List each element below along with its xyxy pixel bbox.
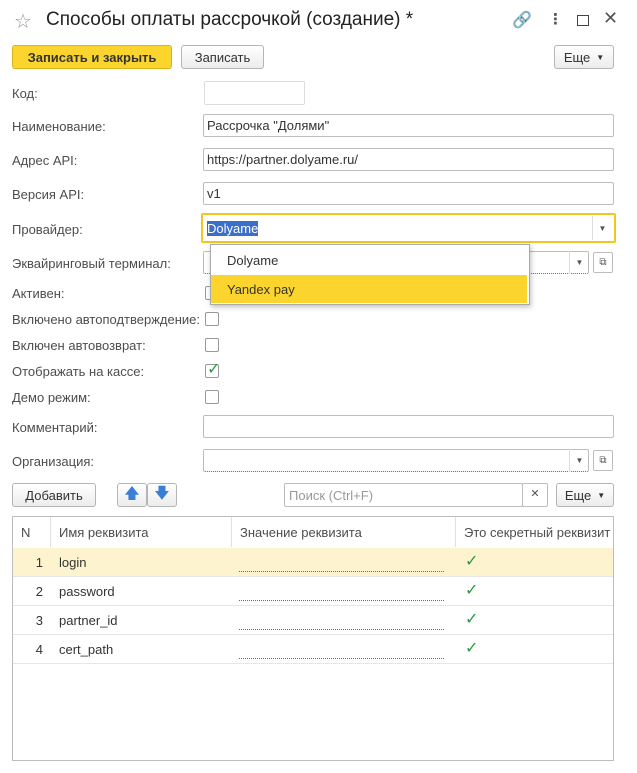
- column-header-n[interactable]: N: [13, 517, 51, 547]
- provider-dropdown-list: Dolyame Yandex pay: [210, 244, 530, 305]
- arrow-up-icon[interactable]: 🡅: [117, 483, 147, 507]
- row-number: 4: [35, 641, 43, 657]
- api-address-field[interactable]: https://partner.dolyame.ru/: [203, 148, 614, 171]
- save-button[interactable]: Записать: [181, 45, 264, 69]
- provider-label: Провайдер:: [12, 222, 83, 237]
- add-button[interactable]: Добавить: [12, 483, 96, 507]
- organization-label: Организация:: [12, 454, 95, 469]
- table-row[interactable]: 4 cert_path ✓: [13, 635, 613, 664]
- chevron-down-icon: ▼: [597, 490, 606, 500]
- chevron-down-icon: ▼: [596, 52, 605, 62]
- table-more-label: Еще: [564, 487, 592, 503]
- requisites-table: N Имя реквизита Значение реквизита Это с…: [12, 516, 614, 761]
- more-vert-icon[interactable]: ⋮: [548, 10, 563, 28]
- show-on-cashier-checkbox[interactable]: ✓: [205, 361, 220, 378]
- active-label: Активен:: [12, 286, 65, 301]
- code-label: Код:: [12, 86, 38, 101]
- requisite-name[interactable]: login: [59, 548, 86, 576]
- column-header-name[interactable]: Имя реквизита: [51, 517, 232, 547]
- more-label: Еще: [563, 49, 591, 65]
- autoconfirm-label: Включено автоподтверждение:: [12, 312, 201, 327]
- provider-select[interactable]: Dolyame: [201, 213, 616, 243]
- row-number: 1: [35, 554, 43, 570]
- secret-check-icon[interactable]: ✓: [465, 609, 478, 629]
- column-header-secret[interactable]: Это секретный реквизит: [456, 517, 613, 547]
- row-number: 3: [35, 612, 43, 628]
- organization-field[interactable]: [203, 449, 589, 472]
- code-field[interactable]: [204, 81, 305, 105]
- name-label: Наименование:: [12, 119, 106, 134]
- requisite-name[interactable]: password: [59, 577, 115, 605]
- save-and-close-button[interactable]: Записать и закрыть: [12, 45, 172, 69]
- check-icon: ✓: [207, 361, 221, 378]
- table-row[interactable]: 1 login ✓: [13, 548, 613, 577]
- chevron-down-icon[interactable]: ▼: [592, 216, 612, 240]
- demo-checkbox[interactable]: [205, 390, 219, 404]
- arrow-down-icon[interactable]: 🡇: [147, 483, 177, 507]
- terminal-label: Эквайринговый терминал:: [12, 256, 171, 271]
- table-row[interactable]: 2 password ✓: [13, 577, 613, 606]
- maximize-icon[interactable]: [577, 15, 589, 26]
- requisite-name[interactable]: cert_path: [59, 635, 113, 663]
- column-header-value[interactable]: Значение реквизита: [232, 517, 456, 547]
- autoreturn-label: Включен автовозврат:: [12, 338, 146, 353]
- comment-field[interactable]: [203, 415, 614, 438]
- show-on-cashier-label: Отображать на кассе:: [12, 364, 145, 379]
- window-title: Способы оплаты рассрочкой (создание) *: [46, 9, 414, 30]
- api-version-label: Версия API:: [12, 187, 85, 202]
- star-icon[interactable]: ☆: [14, 9, 32, 34]
- secret-check-icon[interactable]: ✓: [465, 580, 478, 600]
- secret-check-icon[interactable]: ✓: [465, 551, 478, 571]
- row-number: 2: [35, 583, 43, 599]
- api-version-field[interactable]: v1: [203, 182, 614, 205]
- clear-icon[interactable]: ✕: [522, 483, 548, 507]
- more-button[interactable]: Еще ▼: [554, 45, 614, 69]
- open-icon[interactable]: ⧉: [593, 450, 613, 471]
- table-more-button[interactable]: Еще ▼: [556, 483, 614, 507]
- comment-label: Комментарий:: [12, 420, 98, 435]
- secret-check-icon[interactable]: ✓: [465, 638, 478, 658]
- chevron-down-icon[interactable]: ▼: [569, 251, 589, 274]
- provider-option-dolyame[interactable]: Dolyame: [211, 246, 527, 274]
- api-address-label: Адрес API:: [12, 153, 78, 168]
- close-icon[interactable]: ✕: [603, 8, 618, 29]
- autoreturn-checkbox[interactable]: [205, 338, 219, 352]
- requisite-name[interactable]: partner_id: [59, 606, 118, 634]
- link-icon[interactable]: 🔗: [512, 10, 532, 30]
- name-field[interactable]: Рассрочка "Долями": [203, 114, 614, 137]
- autoconfirm-checkbox[interactable]: [205, 312, 219, 326]
- provider-value: Dolyame: [207, 221, 259, 236]
- chevron-down-icon[interactable]: ▼: [569, 449, 589, 472]
- demo-label: Демо режим:: [12, 390, 91, 405]
- open-icon[interactable]: ⧉: [593, 252, 613, 273]
- table-row[interactable]: 3 partner_id ✓: [13, 606, 613, 635]
- provider-option-yandex-pay[interactable]: Yandex pay: [211, 275, 527, 303]
- search-input[interactable]: Поиск (Ctrl+F): [284, 483, 523, 507]
